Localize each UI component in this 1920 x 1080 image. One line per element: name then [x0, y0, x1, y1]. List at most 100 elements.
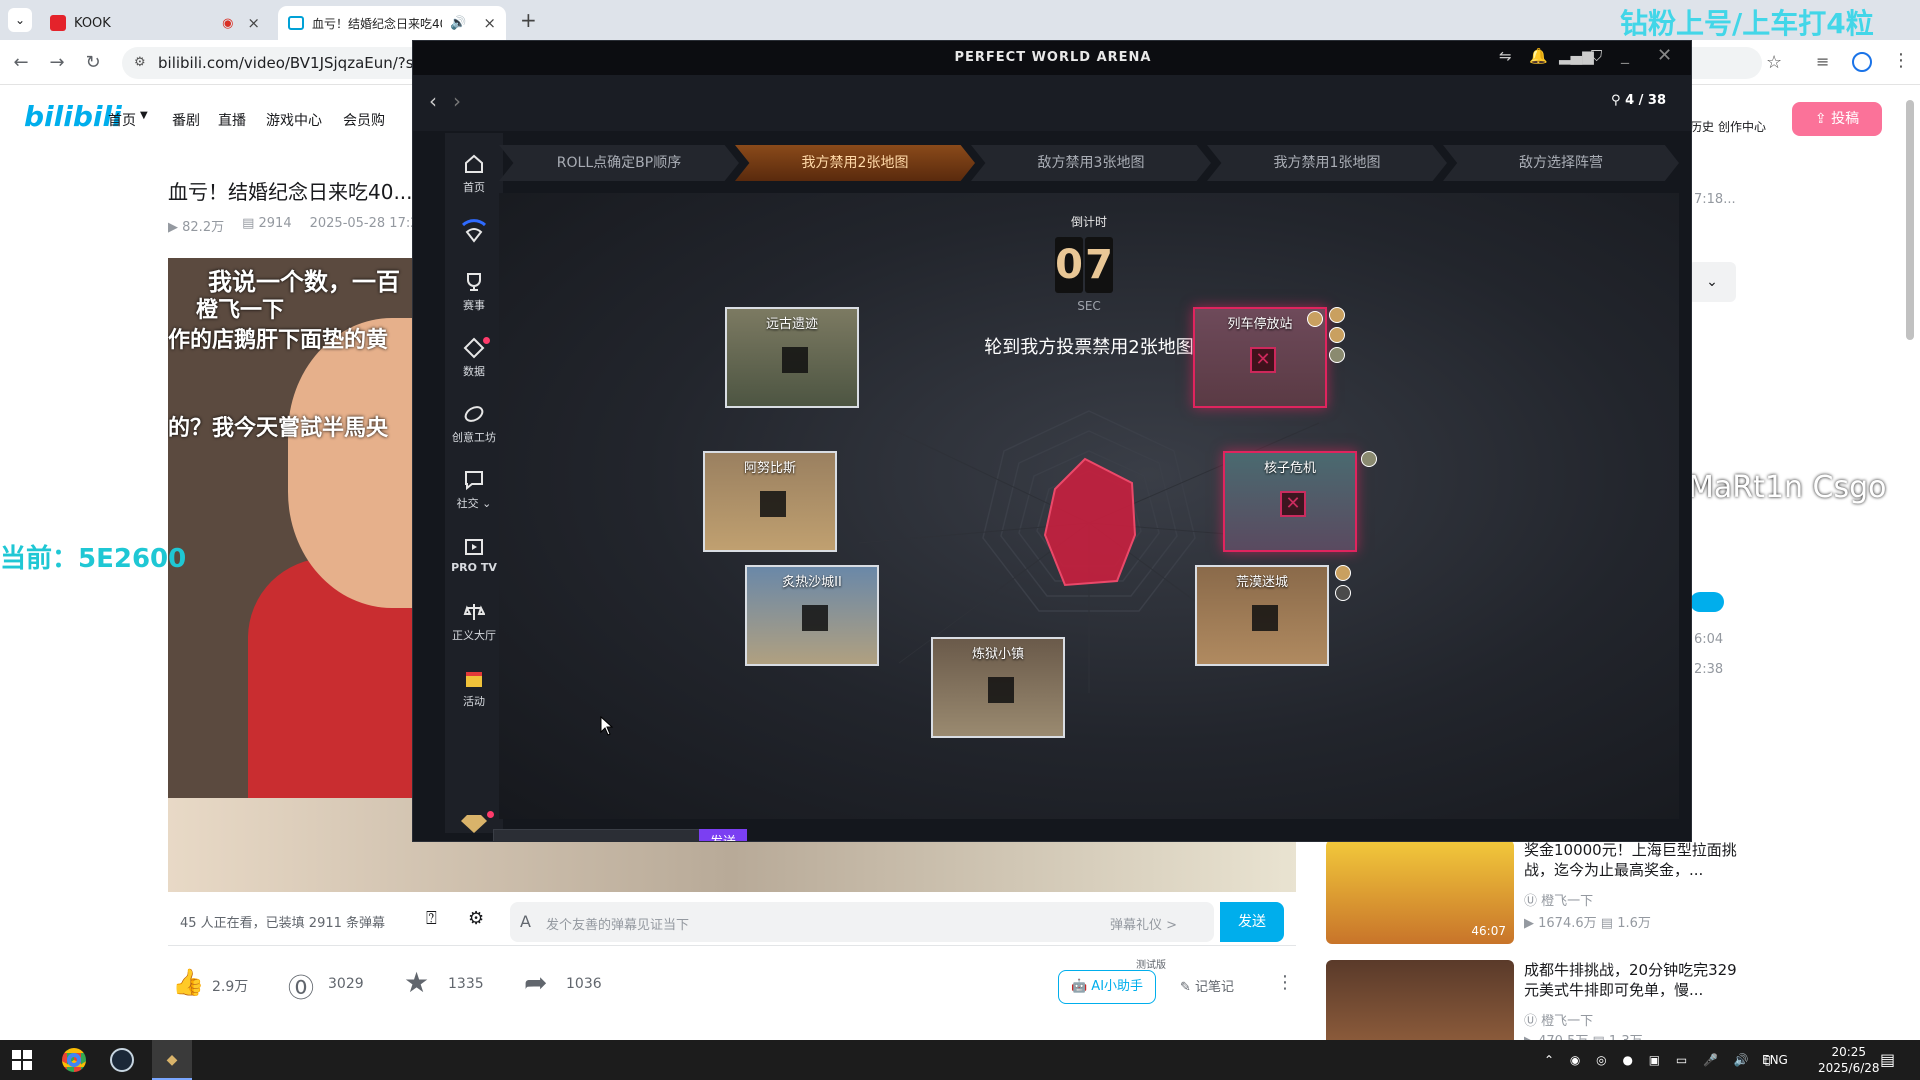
media-control-icon[interactable]: ≡: [1816, 52, 1829, 71]
tab-close-icon[interactable]: ×: [247, 14, 260, 32]
favorite-count: 1335: [448, 976, 484, 992]
like-count: 2.9万: [212, 979, 249, 995]
map-mirage[interactable]: 荒漠迷城: [1195, 565, 1329, 666]
step-enemy-side: 敌方选择阵营: [1443, 145, 1679, 181]
like-button[interactable]: 👍: [172, 968, 204, 998]
danmaku-send-button[interactable]: 发送: [1220, 902, 1284, 942]
side-dropdown[interactable]: ⌄: [1688, 262, 1736, 302]
nav-game-center[interactable]: 游戏中心: [266, 110, 322, 130]
map-ancient[interactable]: 远古遗迹: [725, 307, 859, 408]
site-info-icon[interactable]: ⚙: [134, 47, 146, 79]
browser-menu-icon[interactable]: ⋮: [1892, 50, 1910, 71]
steam-taskbar-icon[interactable]: [110, 1048, 134, 1072]
more-icon[interactable]: ⋮: [1276, 972, 1294, 993]
tray-icons[interactable]: ⌃ ◉ ◎ ● ▣ ▭ 🎤 🔊 ▯: [1544, 1040, 1777, 1080]
tab-close-icon[interactable]: ×: [483, 14, 496, 32]
workshop-icon: [464, 406, 484, 422]
mouse-cursor-icon: [600, 716, 614, 736]
minimize-button[interactable]: _: [1621, 45, 1629, 64]
reload-button[interactable]: ↻: [80, 50, 106, 76]
back-button[interactable]: ←: [8, 50, 34, 76]
side-network[interactable]: [445, 217, 503, 251]
player-count: ⚲ 4 / 38: [1611, 93, 1666, 108]
side-activity[interactable]: 活动: [445, 667, 503, 709]
nav-live[interactable]: 直播: [218, 110, 246, 130]
recommend-title[interactable]: 奖金10000元！上海巨型拉面挑战，迄今为止最高奖金，...: [1524, 840, 1746, 880]
map-anubis[interactable]: 阿努比斯: [703, 451, 837, 552]
map-veto-arena: 倒计时 0 7 SEC 轮到我方投票禁用2张地图 远古遗迹 列车停放站 ✕ 阿努…: [499, 193, 1679, 819]
new-tab-button[interactable]: +: [520, 8, 537, 32]
nav-anime[interactable]: 番剧: [172, 110, 200, 130]
chrome-taskbar-icon[interactable]: [62, 1048, 86, 1072]
nav-member-shop[interactable]: 会员购: [343, 110, 385, 130]
font-style-icon[interactable]: A: [520, 912, 531, 931]
side-justice-hall[interactable]: 正义大厅: [445, 601, 503, 643]
recommend-item[interactable]: 成都牛排挑战，20分钟吃完329元美式牛排即可免单，慢... Ⓤ 橙飞一下 ▶ …: [1326, 960, 1886, 1049]
recommend-author: Ⓤ 橙飞一下: [1524, 1014, 1594, 1029]
danmaku-etiquette-link[interactable]: 弹幕礼仪 >: [1110, 914, 1177, 933]
tab-list-dropdown[interactable]: ⌄: [8, 8, 32, 32]
step-roll-order: ROLL点确定BP顺序: [499, 145, 739, 181]
danmaku-input[interactable]: A 发个友善的弹幕见证当下 弹幕礼仪 >: [510, 902, 1214, 942]
share-button[interactable]: ➦: [524, 966, 547, 999]
game-back-button[interactable]: ‹: [429, 89, 437, 113]
side-pro-tv[interactable]: PRO TV: [445, 535, 503, 574]
pwa-taskbar-icon[interactable]: ◆: [152, 1040, 192, 1080]
close-button[interactable]: ✕: [1657, 45, 1672, 66]
video-subtitle-4: 的？我今天嘗試半馬央: [168, 416, 389, 441]
side-time-1: 7:18...: [1694, 192, 1736, 207]
profile-icon[interactable]: [1852, 52, 1872, 72]
vote-slot: [802, 605, 828, 631]
shield-icon[interactable]: ⛉: [1591, 47, 1602, 65]
recommend-thumbnail: [1326, 960, 1514, 1040]
side-data[interactable]: 数据: [445, 337, 503, 379]
windows-taskbar: ◆ ⌃ ◉ ◎ ● ▣ ▭ 🎤 🔊 ▯ ENG 20:25 2025/6/28 …: [0, 1040, 1920, 1080]
start-button[interactable]: [12, 1050, 32, 1070]
nav-creator-center[interactable]: 创作中心: [1718, 118, 1766, 135]
map-train[interactable]: 列车停放站 ✕: [1193, 307, 1327, 408]
map-nuke[interactable]: 核子危机 ✕: [1223, 451, 1357, 552]
views-count: ▶ 82.2万: [168, 220, 225, 235]
game-chat-input[interactable]: [493, 829, 703, 841]
game-chat-send-button[interactable]: 发送: [699, 829, 747, 841]
video-title: 血亏！结婚纪念日来吃40...: [168, 180, 413, 204]
danmaku-settings-icon[interactable]: ⚙: [468, 908, 484, 929]
swap-icon[interactable]: ⇋: [1499, 47, 1512, 65]
map-dust2[interactable]: 炙热沙城II: [745, 565, 879, 666]
danmaku-toggle-icon[interactable]: ⍰: [426, 908, 437, 929]
stream-overlay-top: 钻粉上号/上车打4粒: [1620, 7, 1874, 40]
recommend-title[interactable]: 成都牛排挑战，20分钟吃完329元美式牛排即可免单，慢...: [1524, 960, 1746, 1000]
side-home[interactable]: 首页: [445, 153, 503, 195]
recommend-item[interactable]: 46:07 奖金10000元！上海巨型拉面挑战，迄今为止最高奖金，... Ⓤ 橙…: [1326, 840, 1886, 944]
notification-dot: [483, 337, 490, 344]
coin-button[interactable]: ⓪: [288, 968, 314, 1005]
vote-slot: [988, 677, 1014, 703]
bookmark-star-icon[interactable]: ☆: [1766, 52, 1782, 73]
page-scrollbar[interactable]: [1906, 100, 1914, 340]
audio-playing-icon[interactable]: 🔊: [450, 16, 466, 31]
clock[interactable]: 20:25 2025/6/28: [1818, 1044, 1880, 1076]
bell-icon[interactable]: 🔔: [1529, 47, 1548, 65]
nav-history[interactable]: 历史: [1690, 118, 1714, 135]
tab-bilibili[interactable]: 血亏！结婚纪念日来吃400... 🔊 ×: [278, 6, 506, 40]
action-bar: 👍 2.9万 ⓪ 3029 ★ 1335 ➦ 1036 测试版 🤖 AI小助手 …: [168, 960, 1296, 1010]
favorite-button[interactable]: ★: [404, 966, 429, 999]
side-toggle[interactable]: [1690, 592, 1724, 612]
danmaku-count: ▤ 2914: [242, 216, 292, 231]
side-workshop[interactable]: 创意工坊: [445, 403, 503, 445]
side-events[interactable]: 赛事: [445, 271, 503, 313]
tv-icon: [465, 539, 483, 555]
upload-button[interactable]: ⇪ 投稿: [1792, 102, 1882, 136]
side-social[interactable]: 社交 ⌄: [445, 469, 503, 511]
countdown-digit-1: 0: [1055, 237, 1083, 293]
forward-button[interactable]: →: [44, 50, 70, 76]
tab-kook[interactable]: KOOK ◉ ×: [40, 6, 270, 40]
game-forward-button[interactable]: ›: [453, 89, 461, 113]
nav-home[interactable]: 首页: [108, 110, 136, 130]
map-inferno[interactable]: 炼狱小镇: [931, 637, 1065, 738]
notification-center-icon[interactable]: ▤: [1880, 1050, 1895, 1069]
input-language[interactable]: ENG: [1762, 1040, 1788, 1080]
notes-button[interactable]: ✎ 记笔记: [1180, 976, 1234, 995]
ai-assistant-button[interactable]: 🤖 AI小助手: [1058, 970, 1156, 1004]
voter-avatar: [1335, 585, 1351, 601]
